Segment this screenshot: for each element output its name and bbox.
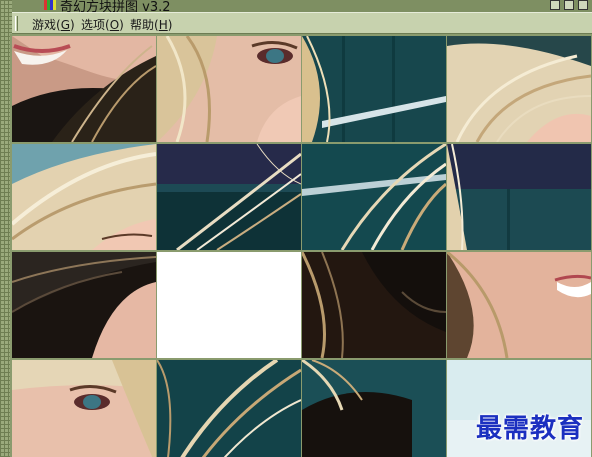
tile-image xyxy=(302,252,446,358)
tile-image xyxy=(447,144,591,250)
puzzle-tile-r3c3[interactable] xyxy=(302,252,446,358)
puzzle-tile-r1c2[interactable] xyxy=(157,36,301,142)
puzzle-board xyxy=(10,34,592,457)
puzzle-tile-r4c2[interactable] xyxy=(157,360,301,457)
tile-image xyxy=(157,36,301,142)
menu-grip xyxy=(15,16,18,31)
tile-image xyxy=(302,36,446,142)
puzzle-tile-r2c1[interactable] xyxy=(12,144,156,250)
tile-image xyxy=(12,360,156,457)
minimize-button[interactable] xyxy=(550,0,560,10)
title-bar[interactable]: 奇幻方块拼图 v3.2 xyxy=(12,0,592,12)
tile-image xyxy=(12,36,156,142)
window-title: 奇幻方块拼图 v3.2 xyxy=(60,0,171,12)
puzzle-tile-r2c3[interactable] xyxy=(302,144,446,250)
tile-image xyxy=(447,252,591,358)
app-icon xyxy=(44,0,56,10)
puzzle-empty-slot[interactable] xyxy=(157,252,301,358)
menu-bar: 游戏(G) 选项(O) 帮助(H) xyxy=(12,12,592,34)
menu-options[interactable]: 选项(O) xyxy=(81,16,124,33)
puzzle-tile-r3c4[interactable] xyxy=(447,252,591,358)
puzzle-tile-r1c3[interactable] xyxy=(302,36,446,142)
tile-image xyxy=(447,36,591,142)
tile-image xyxy=(157,144,301,250)
tile-image xyxy=(302,144,446,250)
puzzle-tile-r4c1[interactable] xyxy=(12,360,156,457)
menu-help[interactable]: 帮助(H) xyxy=(130,16,172,33)
tile-image xyxy=(12,144,156,250)
puzzle-tile-r1c1[interactable] xyxy=(12,36,156,142)
tile-image xyxy=(302,360,446,457)
puzzle-tile-r1c4[interactable] xyxy=(447,36,591,142)
puzzle-tile-r2c2[interactable] xyxy=(157,144,301,250)
tile-image xyxy=(157,360,301,457)
maximize-button[interactable] xyxy=(564,0,574,10)
close-button[interactable] xyxy=(578,0,588,10)
tile-image xyxy=(12,252,156,358)
menu-game[interactable]: 游戏(G) xyxy=(32,16,75,33)
watermark-text: 最需教育 xyxy=(475,414,584,444)
puzzle-tile-r3c1[interactable] xyxy=(12,252,156,358)
puzzle-tile-r2c4[interactable] xyxy=(447,144,591,250)
puzzle-tile-r4c3[interactable] xyxy=(302,360,446,457)
